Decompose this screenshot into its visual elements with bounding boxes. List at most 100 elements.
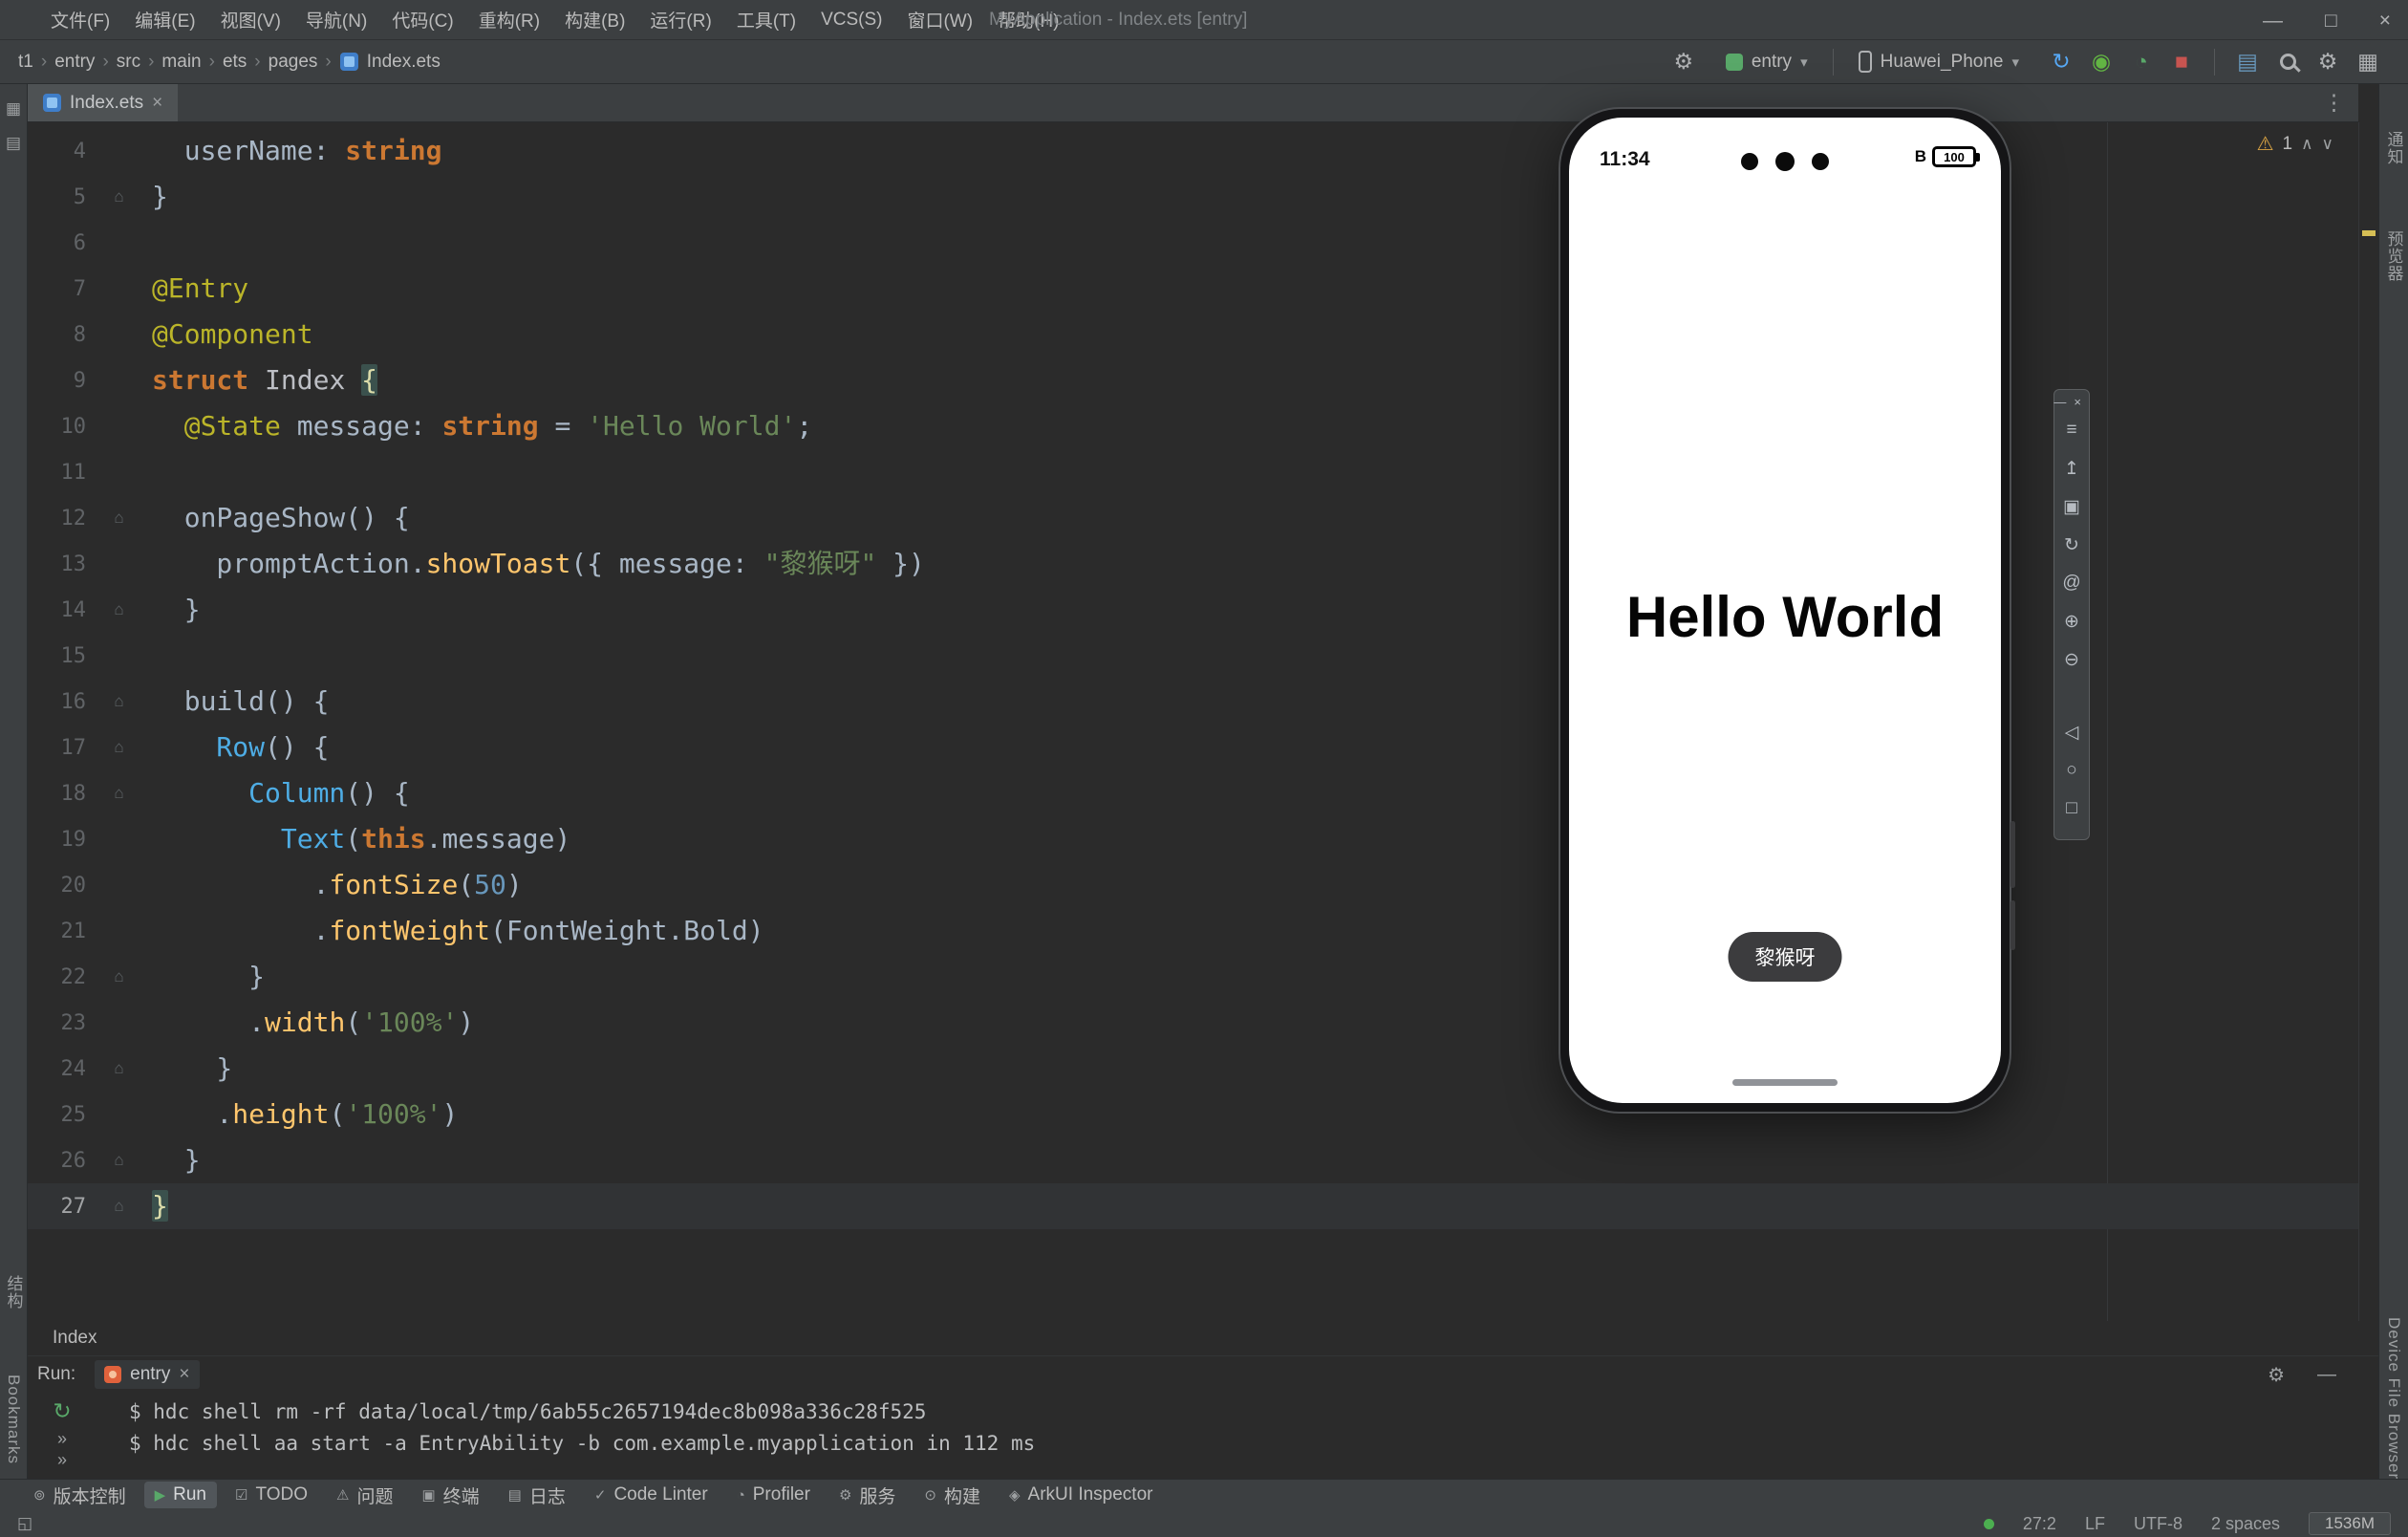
code-line[interactable]: 25 .height('100%') — [28, 1092, 2358, 1137]
menu-item[interactable]: 编辑(E) — [122, 0, 207, 39]
line-number[interactable]: 4 — [28, 140, 86, 163]
toolwindow-button[interactable]: ⚙服务 — [828, 1480, 906, 1511]
line-number[interactable]: 22 — [28, 965, 86, 989]
menu-item[interactable]: 工具(T) — [724, 0, 808, 39]
menu-item[interactable]: 导航(N) — [293, 0, 379, 39]
line-number[interactable]: 20 — [28, 874, 86, 898]
line-number[interactable]: 17 — [28, 736, 86, 760]
collapse-toolbar-icon[interactable]: — — [2053, 395, 2066, 409]
toolwindow-switcher-icon[interactable]: ◱ — [17, 1514, 32, 1533]
settings-icon[interactable]: ⚙ — [2311, 46, 2345, 78]
device-selector[interactable]: Huawei_Phone ▾ — [1849, 46, 2029, 77]
right-stripe-label[interactable]: 通知 — [2382, 131, 2406, 165]
right-stripe-label[interactable]: Device File Browser — [2384, 1317, 2403, 1480]
more-tools-icon[interactable]: ▦ — [2351, 46, 2385, 78]
breadcrumb-item[interactable]: ets — [218, 52, 251, 73]
fold-marker-icon[interactable]: ⌂ — [86, 1059, 152, 1078]
line-number[interactable]: 14 — [28, 598, 86, 622]
close-run-tab-icon[interactable]: × — [179, 1364, 189, 1385]
volume-up-icon[interactable]: ⊕ — [2054, 602, 2089, 640]
tab-options-kebab-icon[interactable]: ⋮ — [2323, 84, 2358, 121]
menu-item[interactable]: 重构(R) — [466, 0, 552, 39]
line-number[interactable]: 9 — [28, 369, 86, 393]
inspections-widget[interactable]: ⚠ 1 ∧ ∨ — [2257, 132, 2333, 156]
line-number[interactable]: 26 — [28, 1149, 86, 1173]
stop-icon[interactable]: ■ — [2164, 46, 2199, 78]
toolwindow-button[interactable]: ▣终端 — [411, 1480, 489, 1511]
left-stripe-label[interactable]: 结构 — [2, 1275, 26, 1310]
maximize-window-icon[interactable]: □ — [2325, 11, 2337, 31]
run-console[interactable]: ↻ » » $ hdc shell rm -rf data/local/tmp/… — [28, 1393, 2378, 1460]
line-number[interactable]: 18 — [28, 782, 86, 806]
line-number[interactable]: 19 — [28, 828, 86, 852]
toolwindow-button[interactable]: ⊙构建 — [914, 1480, 991, 1511]
search-everywhere-icon[interactable] — [2270, 46, 2305, 78]
screenshot-icon[interactable]: ▣ — [2054, 487, 2089, 526]
console-output[interactable]: $ hdc shell rm -rf data/local/tmp/6ab55c… — [28, 1396, 2378, 1460]
recents-icon[interactable]: □ — [2054, 790, 2089, 828]
line-number[interactable]: 12 — [28, 507, 86, 530]
code-line[interactable]: 27⌂} — [28, 1183, 2358, 1229]
fold-marker-icon[interactable]: ⌂ — [86, 600, 152, 619]
list-icon[interactable]: ≡ — [2054, 411, 2089, 449]
previewer-screen[interactable]: 11:34 B 100 Hello World 黎猴呀 — [1569, 118, 2001, 1103]
fold-marker-icon[interactable]: ⌂ — [86, 509, 152, 528]
breadcrumb-item[interactable]: main — [157, 52, 205, 73]
fold-marker-icon[interactable]: ⌂ — [86, 967, 152, 986]
breadcrumb-item[interactable]: entry — [50, 52, 99, 73]
fold-marker-icon[interactable]: ⌂ — [86, 1151, 152, 1170]
line-number[interactable]: 10 — [28, 415, 86, 439]
line-number[interactable]: 23 — [28, 1011, 86, 1035]
hide-panel-icon[interactable]: — — [2317, 1364, 2336, 1386]
menu-item[interactable]: 构建(B) — [552, 0, 637, 39]
minimize-window-icon[interactable]: — — [2263, 11, 2283, 31]
close-toolbar-icon[interactable]: × — [2074, 395, 2081, 409]
toolwindow-button[interactable]: ◔Profiler — [726, 1482, 821, 1508]
indent-setting[interactable]: 2 spaces — [2211, 1514, 2280, 1534]
fold-marker-icon[interactable]: ⌂ — [86, 784, 152, 803]
device-file-browser-icon[interactable]: ▤ — [2230, 46, 2265, 78]
scroll-down-icon[interactable]: » — [57, 1432, 67, 1445]
menu-item[interactable]: 运行(R) — [637, 0, 723, 39]
close-window-icon[interactable]: × — [2379, 11, 2391, 31]
warning-stripe-mark[interactable] — [2362, 230, 2376, 236]
breadcrumb-item[interactable]: t1 — [13, 52, 38, 73]
toolwindow-button[interactable]: ☑TODO — [225, 1482, 318, 1508]
fold-marker-icon[interactable]: ⌂ — [86, 738, 152, 757]
menu-item[interactable]: VCS(S) — [808, 0, 894, 39]
profiler-icon[interactable]: ◔ — [2124, 46, 2159, 78]
toolwindow-button[interactable]: ▤日志 — [498, 1480, 576, 1511]
breadcrumb-index[interactable]: Index — [53, 1328, 97, 1349]
prev-issue-icon[interactable]: ∧ — [2301, 135, 2312, 154]
next-issue-icon[interactable]: ∨ — [2322, 135, 2333, 154]
structure-panel-icon[interactable]: ▤ — [6, 134, 21, 153]
file-encoding[interactable]: UTF-8 — [2134, 1514, 2182, 1534]
rotate-icon[interactable]: ↻ — [2054, 526, 2089, 564]
home-icon[interactable]: ○ — [2054, 751, 2089, 790]
debug-icon[interactable]: ◉ — [2084, 46, 2118, 78]
line-number[interactable]: 21 — [28, 920, 86, 943]
volume-down-icon[interactable]: ⊖ — [2054, 640, 2089, 679]
menu-item[interactable]: 文件(F) — [38, 0, 122, 39]
run-settings-gear-icon[interactable]: ⚙ — [2268, 1363, 2285, 1387]
line-number[interactable]: 11 — [28, 461, 86, 485]
restart-app-icon[interactable]: ↻ — [2044, 46, 2078, 78]
editor-scrollbar[interactable] — [2358, 122, 2378, 1321]
fold-marker-icon[interactable]: ⌂ — [86, 1197, 152, 1216]
breadcrumb-item[interactable]: pages — [264, 52, 323, 73]
toolwindow-button[interactable]: ▶Run — [144, 1482, 217, 1508]
menu-item[interactable]: 视图(V) — [208, 0, 293, 39]
caret-position[interactable]: 27:2 — [2023, 1514, 2056, 1534]
line-number[interactable]: 16 — [28, 690, 86, 714]
fold-marker-icon[interactable]: ⌂ — [86, 692, 152, 711]
run-tab-entry[interactable]: entry × — [95, 1360, 199, 1389]
line-number[interactable]: 24 — [28, 1057, 86, 1081]
project-icon[interactable]: ▦ — [6, 99, 21, 119]
line-number[interactable]: 13 — [28, 552, 86, 576]
toolwindow-button[interactable]: ⚠问题 — [326, 1480, 403, 1511]
scroll-end-icon[interactable]: » — [57, 1453, 67, 1466]
right-stripe-label[interactable]: 预览器 — [2382, 230, 2406, 282]
left-stripe-label[interactable]: Bookmarks — [4, 1375, 23, 1464]
tab-index-ets[interactable]: Index.ets × — [28, 84, 178, 121]
line-number[interactable]: 7 — [28, 277, 86, 301]
